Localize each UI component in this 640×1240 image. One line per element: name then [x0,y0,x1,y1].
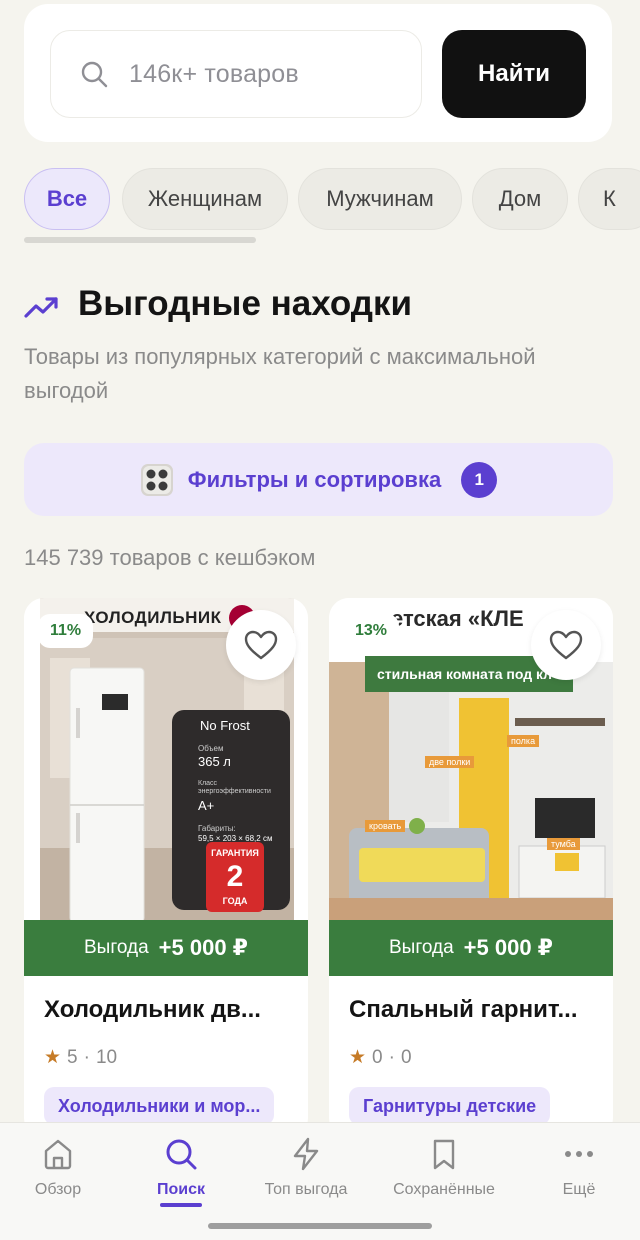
image-energy-label: Класс энергоэффективности [198,780,271,795]
home-indicator[interactable] [208,1223,432,1229]
tab-more[interactable]: Ещё [519,1137,639,1199]
image-warranty-years: 2 [226,860,244,893]
search-icon [166,1139,197,1170]
cashback-badge: 13% [343,614,400,648]
tab-saved[interactable]: Сохранённые [384,1137,504,1199]
image-header: етская «КЛЕ [391,606,524,631]
tab-top-benefit[interactable]: Топ выгода [246,1137,366,1199]
reviews-count: 0 [400,1046,412,1068]
heart-icon [244,630,278,660]
image-header: ХОЛОДИЛЬНИК [84,608,222,627]
filters-label: Фильтры и сортировка [187,466,442,492]
search-input[interactable]: 146к+ товаров [50,30,422,118]
tab-label: Обзор [34,1181,82,1198]
favorite-button[interactable] [226,610,296,680]
image-feature: No Frost [200,718,250,733]
image-tag-bed: кровать [365,820,406,832]
image-volume: 365 л [198,754,231,769]
benefit-bar: Выгода +5 000 ₽ [329,920,613,976]
product-category-tag[interactable]: Гарнитуры детские [349,1087,551,1125]
product-card[interactable]: етская «КЛЕ стильная комната под кл полк… [329,598,613,1138]
product-name[interactable]: Холодильник дв... [44,996,294,1024]
image-dims-label: Габариты: [198,824,236,833]
search-icon [81,61,108,88]
product-name[interactable]: Спальный гарнит... [349,996,599,1024]
rating-separator: · [83,1046,90,1068]
chip-all[interactable]: Все [24,168,110,230]
active-tab-indicator [160,1203,202,1207]
rating-value: 0 [372,1046,383,1068]
product-rating: ★ 0 · 0 [349,1046,412,1069]
section-title: Выгодные находки [78,284,413,323]
filters-icon [140,463,173,496]
benefit-value: +5 000 ₽ [463,935,553,960]
home-icon [44,1139,72,1170]
chip-home[interactable]: Дом [472,168,568,230]
chip-men[interactable]: Мужчинам [298,168,462,230]
image-tag-nightstand: тумба [547,838,580,850]
image-warranty-unit: ГОДА [222,896,248,906]
tab-label: Поиск [156,1181,205,1198]
trending-up-icon [24,297,58,318]
tab-label: Ещё [562,1181,596,1198]
tab-search[interactable]: Поиск [121,1137,241,1207]
chips-scrollbar[interactable] [24,237,256,243]
rating-separator: · [388,1046,395,1068]
find-button[interactable]: Найти [442,30,586,118]
more-dots-icon [565,1151,593,1157]
star-icon: ★ [349,1047,367,1068]
image-tag-shelf: полка [507,735,540,747]
image-warranty-label: ГАРАНТИЯ [211,848,259,858]
chip-partial[interactable]: К [578,168,640,230]
favorite-button[interactable] [531,610,601,680]
bookmark-icon [433,1139,455,1170]
tab-label: Топ выгода [264,1181,348,1198]
benefit-value: +5 000 ₽ [158,935,248,960]
image-energy: A+ [198,798,215,813]
product-card[interactable]: ХОЛОДИЛЬНИК No Frost Объем 365 л Класс э… [24,598,308,1138]
lightning-icon [293,1137,319,1171]
benefit-label: Выгода [389,937,454,958]
reviews-count: 10 [95,1046,118,1068]
image-banner: стильная комната под кл [377,666,553,682]
search-placeholder: 146к+ товаров [129,59,299,88]
heart-icon [549,630,583,660]
image-dims: 59,5 × 203 × 68,2 см [198,834,273,843]
results-count: 145 739 товаров с кешбэком [24,545,316,570]
category-chips: Все Женщинам Мужчинам Дом К [24,168,640,232]
benefit-label: Выгода [84,937,149,958]
search-card: 146к+ товаров Найти [24,4,612,142]
image-volume-label: Объем [198,744,224,753]
image-tag-two-shelves: две полки [425,756,475,768]
rating-value: 5 [67,1046,78,1068]
tab-overview[interactable]: Обзор [0,1137,118,1199]
tab-label: Сохранённые [393,1181,495,1198]
benefit-bar: Выгода +5 000 ₽ [24,920,308,976]
chip-women[interactable]: Женщинам [122,168,288,230]
star-icon: ★ [44,1047,62,1068]
cashback-badge: 11% [38,614,94,648]
product-category-tag[interactable]: Холодильники и мор... [44,1087,275,1125]
filters-button[interactable]: Фильтры и сортировка 1 [24,443,613,516]
product-rating: ★ 5 · 10 [44,1046,117,1069]
filters-count-badge: 1 [461,461,498,498]
section-subtitle: Товары из популярных категорий с максима… [24,344,536,403]
